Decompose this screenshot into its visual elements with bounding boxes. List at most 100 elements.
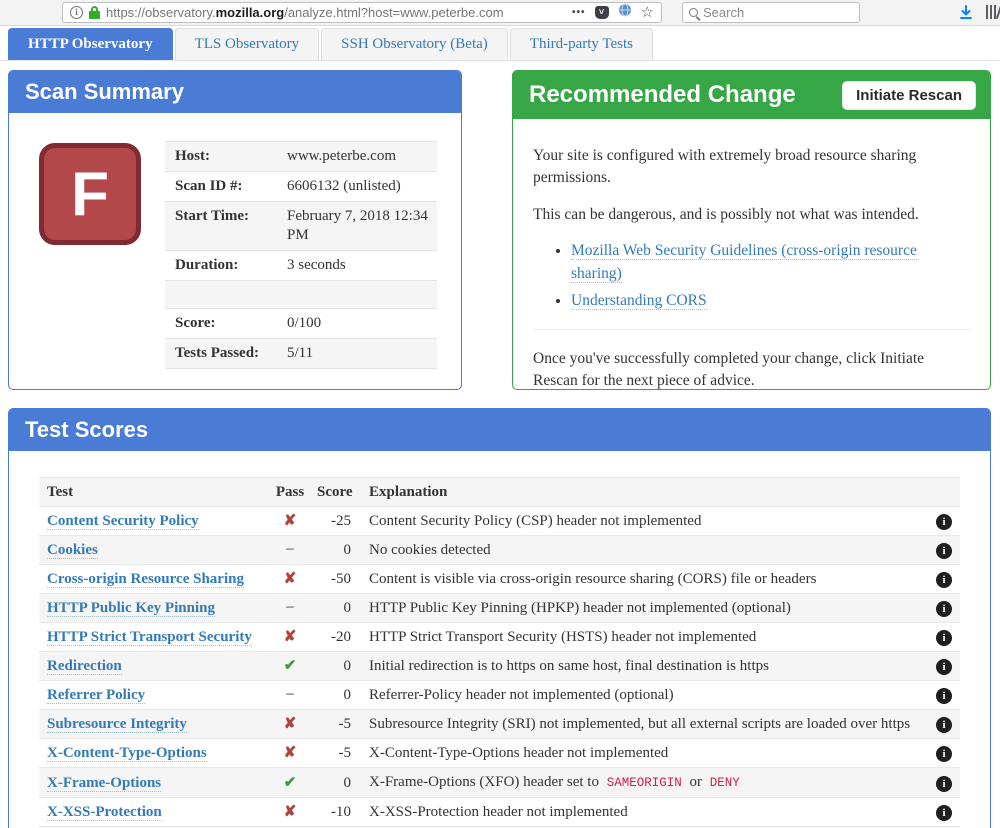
explanation-text: HTTP Strict Transport Security (HSTS) he… bbox=[361, 623, 926, 652]
download-icon[interactable] bbox=[958, 5, 974, 26]
initiate-rescan-button[interactable]: Initiate Rescan bbox=[842, 81, 976, 110]
info-icon[interactable]: i bbox=[936, 601, 952, 617]
info-icon[interactable]: i bbox=[936, 514, 952, 530]
search-bar[interactable] bbox=[682, 2, 860, 23]
pass-icon: ✔ bbox=[284, 658, 297, 674]
recommendation-links: Mozilla Web Security Guidelines (cross-o… bbox=[571, 240, 970, 312]
test-row-x-xss-protection: X-XSS-Protection✘-10X-XSS-Protection hea… bbox=[39, 798, 960, 827]
info-icon[interactable]: i bbox=[936, 717, 952, 733]
score-value: 0 bbox=[309, 594, 361, 623]
summary-label: Host: bbox=[165, 142, 277, 172]
test-link-x-frame-options[interactable]: X-Frame-Options bbox=[47, 775, 161, 792]
info-icon[interactable]: i bbox=[936, 776, 952, 792]
tab-tls-observatory[interactable]: TLS Observatory bbox=[175, 28, 320, 60]
info-icon[interactable]: i bbox=[936, 805, 952, 821]
url-domain: mozilla.org bbox=[216, 5, 285, 20]
understanding-cors-link[interactable]: Understanding CORS bbox=[571, 292, 707, 310]
test-link-subresource-integrity[interactable]: Subresource Integrity bbox=[47, 716, 187, 733]
score-value: -5 bbox=[309, 710, 361, 739]
scan-summary-table: Host:www.peterbe.comScan ID #:6606132 (u… bbox=[165, 141, 437, 369]
test-link-cookies[interactable]: Cookies bbox=[47, 542, 98, 559]
col-header-info bbox=[926, 478, 960, 507]
search-icon bbox=[689, 8, 698, 17]
test-link-cross-origin-resource-sharing[interactable]: Cross-origin Resource Sharing bbox=[47, 571, 244, 588]
fail-icon: ✘ bbox=[284, 745, 297, 761]
guidelines-link[interactable]: Mozilla Web Security Guidelines (cross-o… bbox=[571, 242, 917, 282]
fail-icon: ✘ bbox=[284, 571, 297, 587]
search-input[interactable] bbox=[703, 5, 823, 20]
score-value: 0 bbox=[309, 652, 361, 681]
info-icon[interactable]: i bbox=[936, 746, 952, 762]
info-icon[interactable]: i bbox=[936, 688, 952, 704]
table-header-row: Test Pass Score Explanation bbox=[39, 478, 960, 507]
tab-http-observatory[interactable]: HTTP Observatory bbox=[8, 28, 173, 60]
score-value: -10 bbox=[309, 798, 361, 827]
summary-label: Tests Passed: bbox=[165, 339, 277, 369]
score-value: -5 bbox=[309, 739, 361, 768]
recommended-change-title: Recommended Change bbox=[529, 81, 796, 109]
test-row-cross-origin-resource-sharing: Cross-origin Resource Sharing✘-50Content… bbox=[39, 565, 960, 594]
list-item: Mozilla Web Security Guidelines (cross-o… bbox=[571, 240, 970, 285]
url-text: https://observatory.mozilla.org/analyze.… bbox=[106, 5, 566, 20]
summary-value: www.peterbe.com bbox=[277, 142, 437, 172]
score-value: -20 bbox=[309, 623, 361, 652]
test-link-http-public-key-pinning[interactable]: HTTP Public Key Pinning bbox=[47, 600, 215, 617]
neutral-icon: − bbox=[286, 541, 295, 558]
info-icon[interactable]: i bbox=[936, 630, 952, 646]
page-info-icon[interactable]: i bbox=[70, 6, 83, 19]
recommended-change-panel: Recommended Change Initiate Rescan Your … bbox=[512, 70, 991, 390]
explanation-text: Subresource Integrity (SRI) not implemen… bbox=[361, 710, 926, 739]
info-icon[interactable]: i bbox=[936, 572, 952, 588]
test-row-subresource-integrity: Subresource Integrity ✘ -5Subresource Inte… bbox=[39, 710, 960, 739]
library-icon[interactable] bbox=[986, 5, 1000, 19]
score-value: 0 bbox=[309, 681, 361, 710]
url-bar[interactable]: i https://observatory.mozilla.org/analyz… bbox=[62, 2, 662, 23]
list-item: Understanding CORS bbox=[571, 290, 970, 312]
url-scheme: https://observatory. bbox=[106, 5, 216, 20]
test-link-http-strict-transport-security[interactable]: HTTP Strict Transport Security bbox=[47, 629, 252, 646]
test-link-x-content-type-options[interactable]: X-Content-Type-Options bbox=[47, 745, 207, 762]
summary-value: February 7, 2018 12:34 PM bbox=[277, 202, 437, 251]
bookmark-star-icon[interactable]: ☆ bbox=[641, 6, 654, 19]
page-actions-icon[interactable]: ••• bbox=[572, 7, 586, 18]
test-link-redirection[interactable]: Redirection bbox=[47, 658, 122, 675]
score-value: 0 bbox=[309, 536, 361, 565]
col-header-test: Test bbox=[39, 478, 271, 507]
container-icon[interactable] bbox=[618, 3, 632, 22]
explanation-text: No cookies detected bbox=[361, 536, 926, 565]
url-path: /analyze.html?host=www.peterbe.com bbox=[284, 5, 503, 20]
divider bbox=[533, 329, 970, 330]
test-link-referrer-policy[interactable]: Referrer Policy bbox=[47, 687, 145, 704]
col-header-score: Score bbox=[309, 478, 361, 507]
explanation-text: HTTP Public Key Pinning (HPKP) header no… bbox=[361, 594, 926, 623]
info-icon[interactable]: i bbox=[936, 659, 952, 675]
test-scores-panel: Test Scores Test Pass Score Explanation … bbox=[8, 408, 991, 828]
test-scores-title: Test Scores bbox=[9, 409, 990, 451]
explanation-text: Initial redirection is to https on same … bbox=[361, 652, 926, 681]
test-link-content-security-policy[interactable]: Content Security Policy bbox=[47, 513, 199, 530]
test-row-referrer-policy: Referrer Policy−0Referrer-Policy header … bbox=[39, 681, 960, 710]
fail-icon: ✘ bbox=[284, 716, 297, 732]
summary-label: Scan ID #: bbox=[165, 172, 277, 202]
summary-row-duration: Duration:3 seconds bbox=[165, 251, 437, 281]
tab-third-party-tests[interactable]: Third-party Tests bbox=[510, 28, 653, 60]
summary-value: 5/11 bbox=[277, 339, 437, 369]
summary-row-host: Host:www.peterbe.com bbox=[165, 142, 437, 172]
pocket-icon[interactable]: ˅ bbox=[595, 6, 609, 19]
neutral-icon: − bbox=[286, 686, 295, 703]
summary-value bbox=[277, 281, 437, 309]
test-row-redirection: Redirection ✔ 0Initial redirection is to h… bbox=[39, 652, 960, 681]
summary-value: 3 seconds bbox=[277, 251, 437, 281]
scan-summary-panel: Scan Summary F Host:www.peterbe.comScan … bbox=[8, 70, 462, 390]
summary-row-spacer bbox=[165, 281, 437, 309]
score-value: 0 bbox=[309, 768, 361, 798]
test-row-http-public-key-pinning: HTTP Public Key Pinning−0HTTP Public Key… bbox=[39, 594, 960, 623]
summary-row-tests-passed: Tests Passed:5/11 bbox=[165, 339, 437, 369]
fail-icon: ✘ bbox=[284, 629, 297, 645]
tab-ssh-observatory-beta[interactable]: SSH Observatory (Beta) bbox=[321, 28, 508, 60]
summary-row-scan-id: Scan ID #:6606132 (unlisted) bbox=[165, 172, 437, 202]
lock-icon[interactable] bbox=[89, 6, 100, 20]
info-icon[interactable]: i bbox=[936, 543, 952, 559]
test-link-x-xss-protection[interactable]: X-XSS-Protection bbox=[47, 804, 162, 821]
test-row-x-frame-options: X-Frame-Options✔0X-Frame-Options (XFO) h… bbox=[39, 768, 960, 798]
